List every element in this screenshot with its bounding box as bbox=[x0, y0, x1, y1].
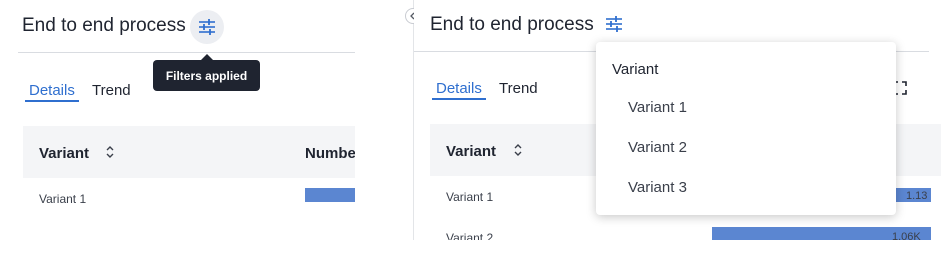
tab-details[interactable]: Details bbox=[25, 82, 79, 102]
title-divider bbox=[18, 52, 355, 53]
table-row-label: Variant 1 bbox=[446, 190, 494, 204]
table-row-label: Variant 1 bbox=[39, 192, 87, 206]
tab-trend[interactable]: Trend bbox=[92, 82, 131, 99]
table-row-label: Variant 2 bbox=[446, 231, 494, 240]
filter-dropdown: Variant Variant 1 Variant 2 Variant 3 bbox=[596, 42, 896, 215]
left-panel: End to end process Details Trend Variant… bbox=[0, 0, 355, 259]
dropdown-option-variant-2[interactable]: Variant 2 bbox=[628, 139, 687, 156]
dropdown-option-variant-1[interactable]: Variant 1 bbox=[628, 99, 687, 116]
tab-details[interactable]: Details bbox=[432, 80, 486, 100]
sort-updown-icon[interactable] bbox=[104, 144, 116, 160]
bar-value-label: 1.13 bbox=[906, 190, 928, 202]
bar-value-label: 1.06K bbox=[892, 231, 921, 240]
tooltip: Filters applied bbox=[153, 60, 260, 91]
sliders-icon bbox=[199, 19, 215, 35]
bar bbox=[305, 188, 355, 202]
sliders-icon bbox=[606, 16, 622, 32]
column-header-number[interactable]: Numbe bbox=[305, 145, 355, 162]
filter-button[interactable] bbox=[190, 10, 224, 44]
column-header-variant[interactable]: Variant bbox=[446, 143, 496, 160]
page-title: End to end process bbox=[22, 15, 186, 36]
page-title: End to end process bbox=[430, 14, 594, 35]
tab-trend[interactable]: Trend bbox=[499, 80, 538, 97]
dropdown-heading: Variant bbox=[612, 61, 659, 78]
column-header-variant[interactable]: Variant bbox=[39, 145, 89, 162]
dropdown-option-variant-3[interactable]: Variant 3 bbox=[628, 179, 687, 196]
filter-button[interactable] bbox=[597, 7, 631, 41]
sort-updown-icon[interactable] bbox=[512, 142, 524, 158]
